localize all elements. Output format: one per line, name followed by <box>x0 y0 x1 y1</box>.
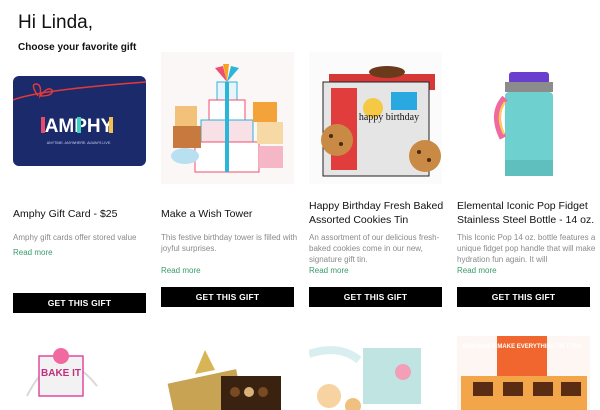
greeting-heading: Hi Linda, <box>18 12 93 33</box>
water-bottle-image[interactable] <box>457 52 590 184</box>
card-tagline-text: ANYTIME. ANYWHERE. ALWAYS LIVE. <box>47 141 111 145</box>
get-gift-button[interactable]: GET THIS GIFT <box>161 287 294 307</box>
get-gift-button[interactable]: GET THIS GIFT <box>457 287 590 307</box>
gift-image-cake[interactable]: BAKE IT <box>13 336 146 410</box>
read-more-link[interactable]: Read more <box>309 266 349 275</box>
read-more-link[interactable]: Read more <box>13 248 53 257</box>
gift-tower-image[interactable] <box>161 52 294 184</box>
gift-title: Happy Birthday Fresh Baked Assorted Cook… <box>309 200 444 226</box>
read-more-link[interactable]: Read more <box>161 266 201 275</box>
gift-description: This Iconic Pop 14 oz. bottle features a… <box>457 233 596 264</box>
gift-card-image[interactable]: AMPHY ANYTIME. ANYWHERE. ALWAYS LIVE. <box>13 60 146 192</box>
read-more-link[interactable]: Read more <box>457 266 497 275</box>
brownie-box-text: BROWNIES MAKE EVERYTHING BETTER <box>463 344 582 350</box>
gift-description: An assortment of our delicious fresh-bak… <box>309 233 440 264</box>
gift-image-cookie-box[interactable] <box>309 336 442 410</box>
gift-title: Make a Wish Tower <box>161 208 253 220</box>
gift-title: Amphy Gift Card - $25 <box>13 208 118 220</box>
tin-text: happy birthday <box>359 112 419 123</box>
gift-image-brownies[interactable]: BROWNIES MAKE EVERYTHING BETTER <box>457 336 590 410</box>
gift-description: Amphy gift cards offer stored value <box>13 233 137 242</box>
get-gift-button[interactable]: GET THIS GIFT <box>309 287 442 307</box>
cookie-tin-image[interactable]: happy birthday <box>309 52 442 184</box>
gift-description: This festive birthday tower is filled wi… <box>161 233 298 253</box>
get-gift-button[interactable]: GET THIS GIFT <box>13 293 146 313</box>
gift-title: Elemental Iconic Pop Fidget Stainless St… <box>457 200 595 226</box>
page-subtitle: Choose your favorite gift <box>18 42 137 53</box>
gift-image-chocolates[interactable] <box>161 336 294 410</box>
cake-box-text: BAKE IT <box>41 368 81 379</box>
